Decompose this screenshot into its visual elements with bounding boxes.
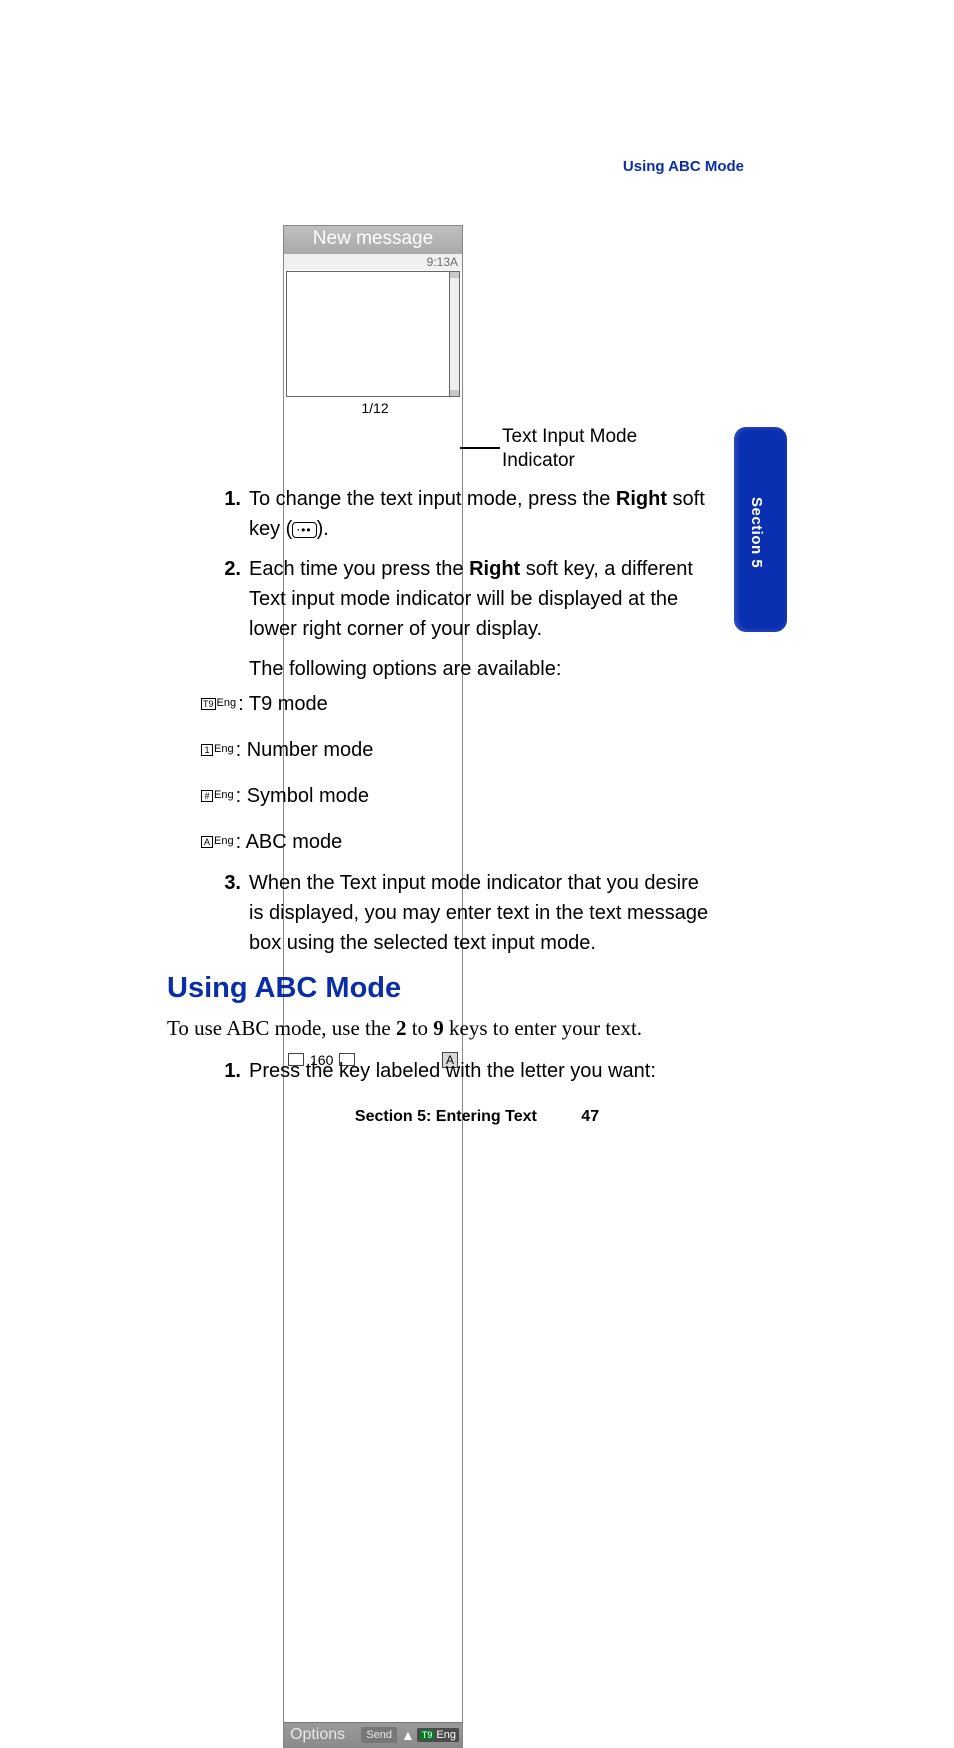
t9-icon: T9 <box>420 1730 435 1740</box>
symbol-box-icon: # <box>201 790 213 802</box>
step-number: 3. <box>213 868 241 958</box>
step-2: 2. Each time you press the Right soft ke… <box>213 554 715 644</box>
footer-page-number: 47 <box>581 1108 599 1126</box>
number-badge: 1Eng <box>201 742 234 757</box>
eng-suffix: Eng <box>214 834 234 849</box>
text-bold: Right <box>616 488 667 510</box>
eng-suffix: Eng <box>217 696 237 711</box>
abc-step-1: 1. Press the key labeled with the letter… <box>213 1056 715 1096</box>
text-bold: Right <box>469 558 520 580</box>
symbol-badge: #Eng <box>201 788 234 803</box>
softkey-eng: T9 Eng <box>417 1728 459 1742</box>
abc-badge: AEng <box>201 834 234 849</box>
mode-t9: T9Eng : T9 mode <box>201 690 373 718</box>
mode-abc: AEng : ABC mode <box>201 828 373 856</box>
step-2-followup: The following options are available: <box>249 654 715 684</box>
step-body: To change the text input mode, press the… <box>249 484 715 544</box>
text: keys to enter your text. <box>444 1016 642 1040</box>
text-bold: 9 <box>433 1016 444 1040</box>
intro-paragraph: To use ABC mode, use the 2 to 9 keys to … <box>167 1016 727 1041</box>
mode-label: : ABC mode <box>236 828 343 856</box>
text: To change the text input mode, press the <box>249 488 616 510</box>
eng-suffix: Eng <box>214 742 234 757</box>
text: Each time you press the <box>249 558 469 580</box>
mode-label: : Symbol mode <box>236 782 369 810</box>
step-body: Each time you press the Right soft key, … <box>249 554 715 644</box>
softkey-dots-icon: ⋅•• <box>292 522 316 538</box>
heading-using-abc-mode: Using ABC Mode <box>167 972 401 1005</box>
step-1: 1. To change the text input mode, press … <box>213 484 715 544</box>
step-number: 2. <box>213 554 241 644</box>
callout-line <box>460 447 500 449</box>
mode-symbol: #Eng : Symbol mode <box>201 782 373 810</box>
up-arrow-icon: ▲ <box>399 1727 417 1743</box>
mode-label: : T9 mode <box>238 690 328 718</box>
mode-number: 1Eng : Number mode <box>201 736 373 764</box>
phone-softkeys: Options Send ▲ T9 Eng <box>283 1722 463 1748</box>
step-body: Press the key labeled with the letter yo… <box>249 1056 715 1086</box>
message-textarea <box>286 271 449 397</box>
t9-box-icon: T9 <box>201 698 216 710</box>
abc-box-icon: A <box>201 836 213 848</box>
section-tab-label: Section 5 <box>748 497 765 568</box>
callout-text: Text Input Mode Indicator <box>502 425 682 473</box>
page-footer: Section 5: Entering Text 47 <box>0 1108 954 1126</box>
section-tab: Section 5 <box>734 427 787 632</box>
footer-section: Section 5: Entering Text <box>355 1108 537 1126</box>
phone-title: New message <box>283 225 463 254</box>
number-box-icon: 1 <box>201 744 213 756</box>
page: Using ABC Mode New message 9:13A 160 1/1… <box>0 0 954 1319</box>
scrollbar <box>449 271 460 397</box>
step-number: 1. <box>213 1056 241 1086</box>
mode-list: T9Eng : T9 mode 1Eng : Number mode #Eng … <box>201 690 373 874</box>
running-header: Using ABC Mode <box>623 158 744 175</box>
eng-suffix: Eng <box>214 788 234 803</box>
text-bold: 2 <box>396 1016 407 1040</box>
phone-body <box>283 270 463 398</box>
text: ). <box>317 518 329 540</box>
t9-badge: T9Eng <box>201 696 236 711</box>
step-list: 1. To change the text input mode, press … <box>213 484 715 694</box>
step-3: 3. When the Text input mode indicator th… <box>213 868 715 968</box>
mode-label: : Number mode <box>236 736 374 764</box>
step-number: 1. <box>213 484 241 544</box>
text: To use ABC mode, use the <box>167 1016 396 1040</box>
eng-label: Eng <box>436 1729 456 1741</box>
phone-time: 9:13A <box>283 254 463 270</box>
step-body: When the Text input mode indicator that … <box>249 868 715 958</box>
softkey-options: Options <box>284 1723 359 1747</box>
softkey-send: Send <box>361 1727 397 1743</box>
text: to <box>406 1016 433 1040</box>
